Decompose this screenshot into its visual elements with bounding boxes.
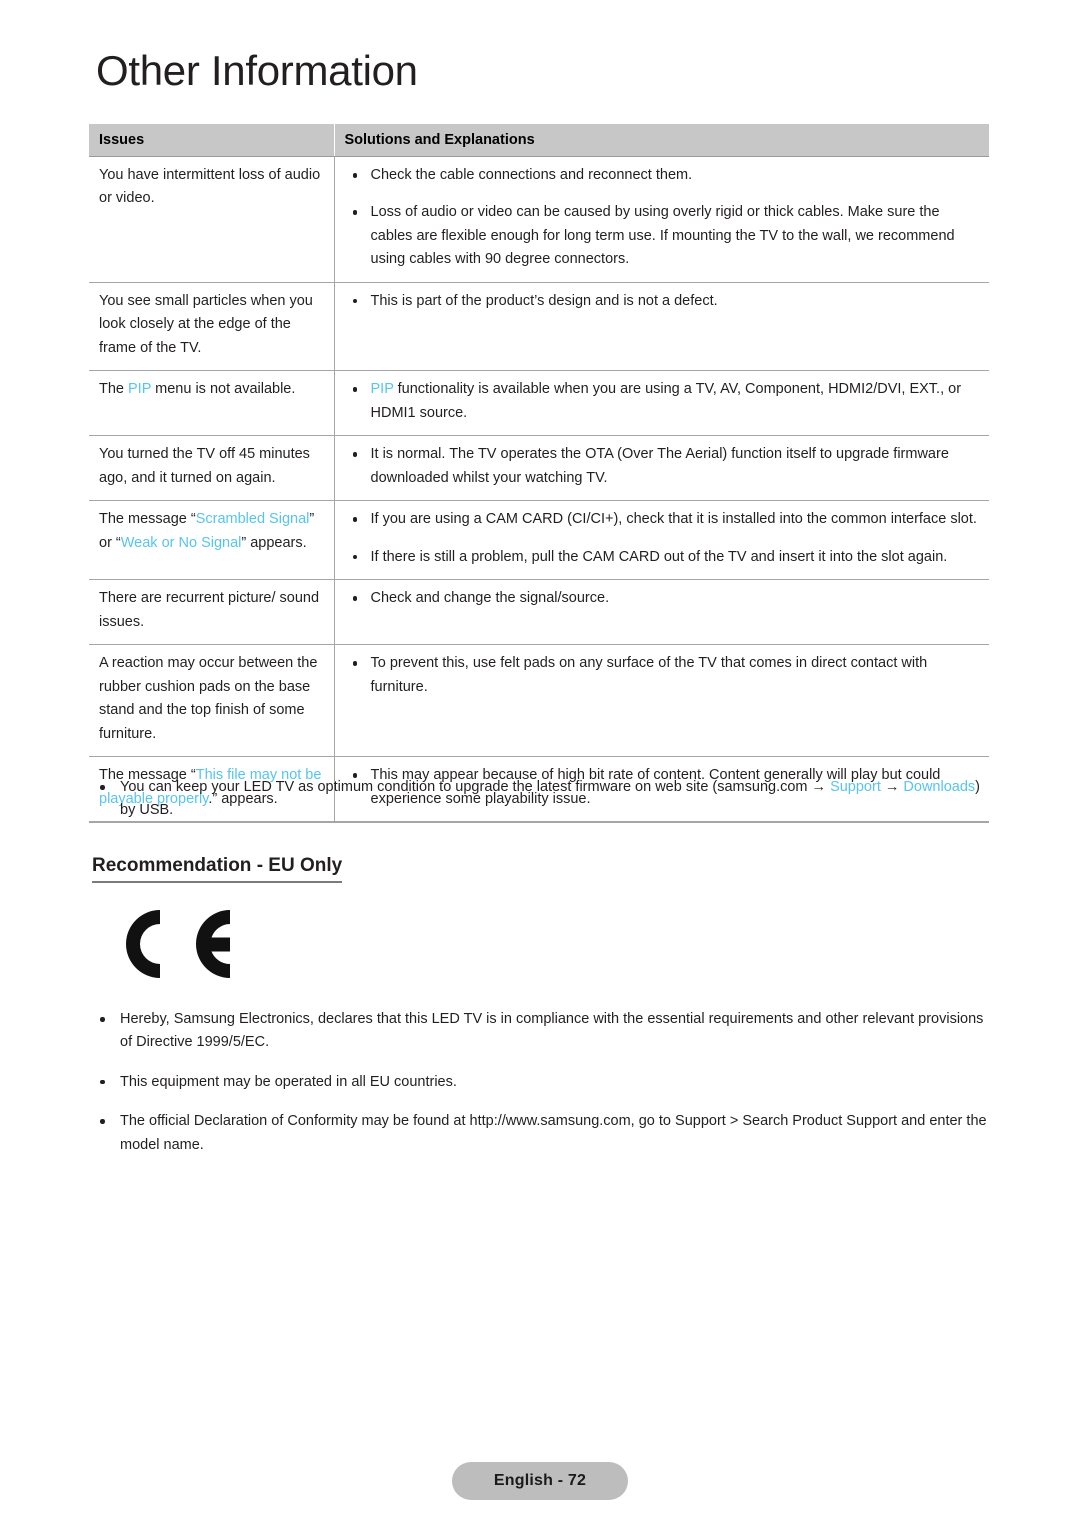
solution-cell: It is normal. The TV operates the OTA (O… — [334, 435, 989, 502]
text-run: You turned the TV off 45 minutes ago, an… — [99, 446, 310, 486]
text-run: The official Declaration of Conformity m… — [120, 1113, 987, 1153]
solution-cell: Check and change the signal/source. — [334, 579, 989, 646]
table-row: There are recurrent picture/ sound issue… — [89, 579, 989, 646]
text-run: → — [880, 779, 904, 795]
table-row: The message “Scrambled Signal” or “Weak … — [89, 500, 989, 581]
table-row: You have intermittent loss of audio or v… — [89, 156, 989, 283]
text-run: You have intermittent loss of audio or v… — [99, 167, 321, 207]
text-run: Loss of audio or video can be caused by … — [370, 204, 955, 268]
solution-cell: Check the cable connections and reconnec… — [334, 156, 989, 283]
issue-cell: You see small particles when you look cl… — [89, 282, 335, 372]
page-title: Other Information — [96, 47, 418, 94]
text-run: This equipment may be operated in all EU… — [120, 1073, 457, 1090]
page-footer-label: English - 72 — [493, 1472, 587, 1489]
highlighted-term: PIP — [370, 381, 394, 398]
highlighted-term: Weak or No Signal — [120, 534, 242, 551]
text-run: A reaction may occur between the rubber … — [99, 655, 318, 742]
text-run: Hereby, Samsung Electronics, declares th… — [120, 1011, 984, 1051]
text-run: The message “ — [99, 511, 196, 528]
text-run: If there is still a problem, pull the CA… — [370, 548, 948, 565]
text-run: There are recurrent picture/ sound issue… — [99, 590, 320, 630]
column-header-solutions: Solutions and Explanations — [334, 124, 989, 157]
text-run: You see small particles when you look cl… — [99, 292, 313, 356]
note-bullet: You can keep your LED TV as optimum cond… — [92, 776, 992, 823]
solution-bullet: It is normal. The TV operates the OTA (O… — [349, 443, 978, 490]
text-run: menu is not available. — [151, 381, 296, 398]
text-run: This is part of the product’s design and… — [370, 292, 718, 309]
solution-bullet: If you are using a CAM CARD (CI/CI+), ch… — [349, 508, 978, 531]
table-body: You have intermittent loss of audio or v… — [89, 156, 989, 824]
solution-bullet: Check the cable connections and reconnec… — [349, 164, 978, 187]
issue-cell: There are recurrent picture/ sound issue… — [89, 579, 335, 646]
table-row: You turned the TV off 45 minutes ago, an… — [89, 435, 989, 502]
issue-cell: The PIP menu is not available. — [89, 370, 335, 437]
text-run: You can keep your LED TV as optimum cond… — [120, 779, 831, 795]
eu-bullet: Hereby, Samsung Electronics, declares th… — [92, 1008, 992, 1055]
table-row: The PIP menu is not available. PIP functi… — [89, 370, 989, 437]
eu-section-heading: Recommendation - EU Only — [92, 855, 343, 883]
table-row: A reaction may occur between the rubber … — [89, 644, 989, 758]
solution-cell: PIP functionality is available when you … — [334, 370, 989, 437]
issue-cell: You turned the TV off 45 minutes ago, an… — [89, 435, 335, 502]
table-row: You see small particles when you look cl… — [89, 282, 989, 372]
solution-bullet: If there is still a problem, pull the CA… — [349, 546, 978, 569]
solution-bullet: Check and change the signal/source. — [349, 587, 978, 610]
troubleshooting-table: Issues Solutions and Explanations You ha… — [89, 124, 989, 824]
solution-cell: To prevent this, use felt pads on any su… — [334, 644, 989, 758]
firmware-note: You can keep your LED TV as optimum cond… — [92, 776, 992, 823]
ce-mark-icon — [104, 906, 234, 982]
text-run: functionality is available when you are … — [370, 381, 962, 421]
column-header-issues: Issues — [89, 124, 335, 157]
eu-bullet: The official Declaration of Conformity m… — [92, 1110, 992, 1157]
issue-cell: A reaction may occur between the rubber … — [89, 644, 335, 758]
text-run: Check the cable connections and reconnec… — [370, 167, 693, 183]
eu-declaration-list: Hereby, Samsung Electronics, declares th… — [92, 1008, 992, 1173]
highlighted-term: PIP — [128, 381, 152, 398]
text-run: Check and change the signal/source. — [370, 590, 610, 607]
solution-cell: This is part of the product’s design and… — [334, 282, 989, 372]
text-run: To prevent this, use felt pads on any su… — [370, 655, 928, 695]
solution-bullet: To prevent this, use felt pads on any su… — [349, 652, 978, 699]
eu-bullet: This equipment may be operated in all EU… — [92, 1071, 992, 1094]
solution-bullet: This is part of the product’s design and… — [349, 290, 978, 313]
solution-bullet: PIP functionality is available when you … — [349, 378, 978, 425]
manual-page: Other Information Issues Solutions and E… — [0, 0, 1080, 1534]
issue-cell: You have intermittent loss of audio or v… — [89, 156, 335, 283]
solution-cell: If you are using a CAM CARD (CI/CI+), ch… — [334, 500, 989, 581]
highlighted-term: Downloads — [903, 779, 976, 795]
solution-bullet: Loss of audio or video can be caused by … — [349, 201, 978, 271]
issue-cell: The message “Scrambled Signal” or “Weak … — [89, 500, 335, 581]
table-header-row: Issues Solutions and Explanations — [89, 124, 989, 157]
highlighted-term: Scrambled Signal — [195, 511, 310, 528]
text-run: It is normal. The TV operates the OTA (O… — [370, 446, 949, 486]
text-run: ” appears. — [241, 534, 307, 551]
highlighted-term: Support — [830, 779, 881, 795]
text-run: If you are using a CAM CARD (CI/CI+), ch… — [370, 511, 977, 528]
page-footer-badge: English - 72 — [452, 1462, 628, 1500]
text-run: The — [99, 381, 129, 398]
